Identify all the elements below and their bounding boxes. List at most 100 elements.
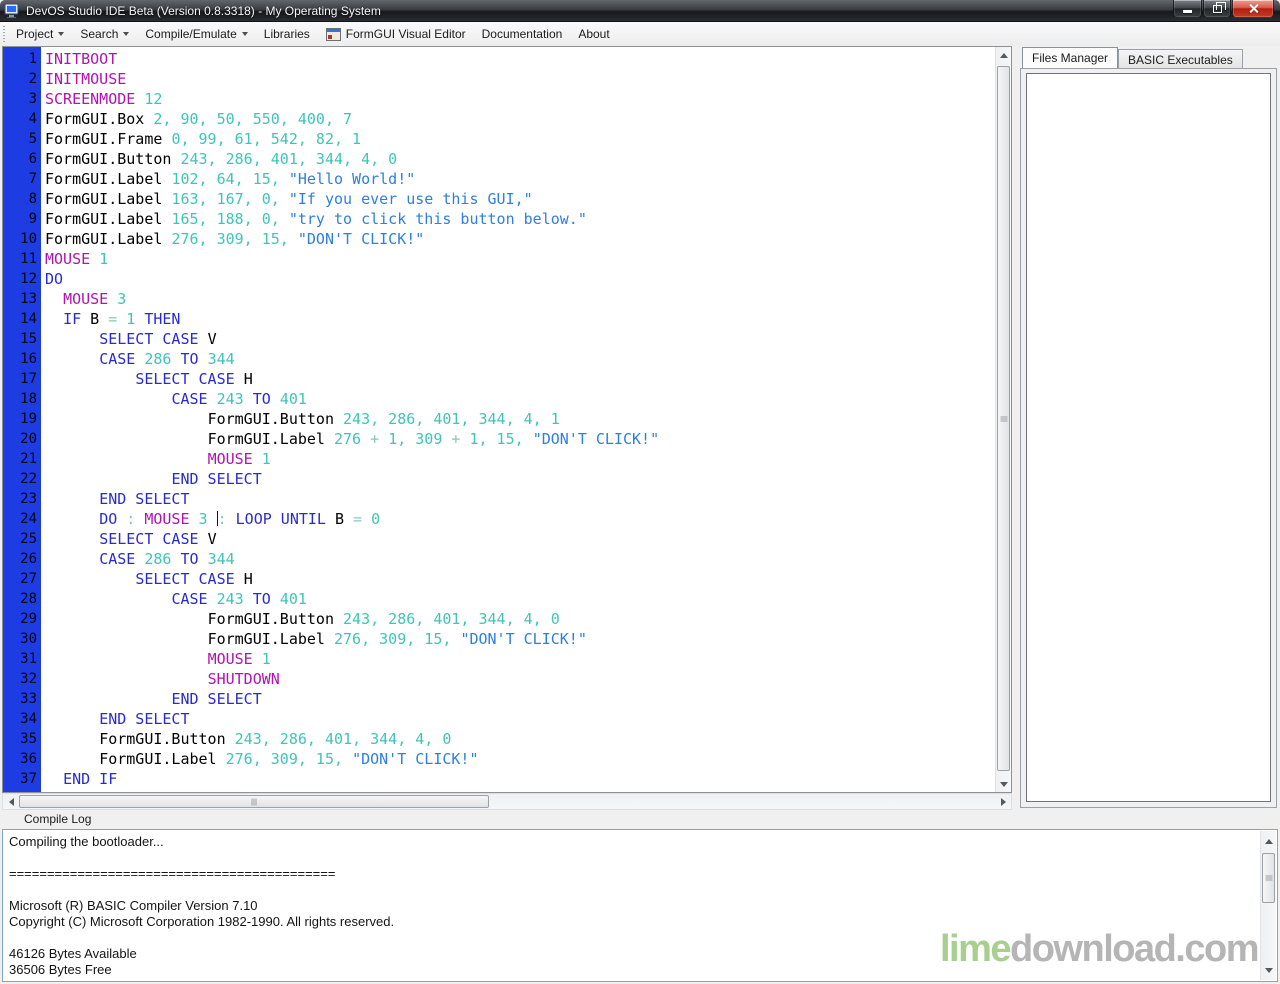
- scroll-up-button[interactable]: [1261, 833, 1277, 849]
- log-line: ========================================…: [9, 866, 336, 881]
- scroll-up-button[interactable]: [996, 47, 1012, 63]
- scrollbar-thumb[interactable]: [19, 795, 489, 808]
- code-text: SELECT CASE H: [135, 370, 253, 388]
- code-line: 28 CASE 243 TO 401: [3, 589, 995, 609]
- log-line: Compiling the bootloader...: [9, 834, 164, 849]
- line-number: 37: [20, 771, 37, 787]
- code-line: 30 FormGUI.Label 276, 309, 15, "DON'T CL…: [3, 629, 995, 649]
- right-panel-tabs: Files Manager BASIC Executables: [1022, 47, 1243, 68]
- app-icon[interactable]: [4, 3, 20, 19]
- code-text: FormGUI.Frame 0, 99, 61, 542, 82, 1: [45, 130, 362, 148]
- code-text: IF B = 1 THEN: [63, 310, 181, 328]
- code-line: 16 CASE 286 TO 344: [3, 349, 995, 369]
- arrow-down-icon: [1000, 781, 1008, 787]
- tab-files-manager[interactable]: Files Manager: [1022, 47, 1119, 68]
- close-icon: [1248, 3, 1259, 14]
- code-text: FormGUI.Label 276, 309, 15, "DON'T CLICK…: [207, 630, 587, 648]
- menu-item-search[interactable]: Search: [72, 23, 137, 45]
- line-number: 24: [20, 511, 37, 527]
- editor-horizontal-scrollbar[interactable]: [2, 793, 1012, 810]
- menu-item-label: Project: [16, 27, 54, 41]
- line-number: 6: [28, 151, 37, 167]
- compile-log-label: Compile Log: [24, 812, 92, 826]
- code-text: SHUTDOWN: [207, 670, 280, 688]
- menu-item-about[interactable]: About: [570, 23, 617, 45]
- code-line: 3 SCREENMODE 12: [3, 89, 995, 109]
- line-number: 31: [20, 651, 37, 667]
- code-line: 14 IF B = 1 THEN: [3, 309, 995, 329]
- menu-item-formgui-visual-editor[interactable]: FormGUI Visual Editor: [318, 23, 474, 45]
- line-number: 3: [28, 91, 37, 107]
- minimize-button[interactable]: [1173, 0, 1202, 18]
- editor-vertical-scrollbar[interactable]: [995, 47, 1011, 792]
- menu-item-documentation[interactable]: Documentation: [474, 23, 571, 45]
- line-number: 32: [20, 671, 37, 687]
- menu-item-label: Documentation: [481, 27, 563, 41]
- code-text: MOUSE 1: [207, 650, 271, 668]
- code-line: 24 DO : MOUSE 3 : LOOP UNTIL B = 0: [3, 509, 995, 529]
- code-text: FormGUI.Button 243, 286, 401, 344, 4, 1: [207, 410, 560, 428]
- line-number: 20: [20, 431, 37, 447]
- line-number: 30: [20, 631, 37, 647]
- line-number: 27: [20, 571, 37, 587]
- code-line: 17 SELECT CASE H: [3, 369, 995, 389]
- ide-window: DevOS Studio IDE Beta (Version 0.8.3318)…: [0, 0, 1280, 984]
- line-number: 5: [28, 131, 37, 147]
- code-line: 36 FormGUI.Label 276, 309, 15, "DON'T CL…: [3, 749, 995, 769]
- line-number: 25: [20, 531, 37, 547]
- scroll-right-button[interactable]: [995, 794, 1011, 809]
- close-button[interactable]: [1232, 0, 1274, 18]
- code-text: CASE 286 TO 344: [99, 350, 235, 368]
- scroll-down-button[interactable]: [996, 776, 1012, 792]
- line-number: 14: [20, 311, 37, 327]
- code-line: 6 FormGUI.Button 243, 286, 401, 344, 4, 0: [3, 149, 995, 169]
- code-line: 2 INITMOUSE: [3, 69, 995, 89]
- code-line: 19 FormGUI.Button 243, 286, 401, 344, 4,…: [3, 409, 995, 429]
- files-list[interactable]: [1026, 73, 1271, 802]
- code-editor: 1 INITBOOT 2 INITMOUSE 3 SCREENMODE 12 4 FormGU…: [2, 46, 1012, 793]
- code-area[interactable]: 1 INITBOOT 2 INITMOUSE 3 SCREENMODE 12 4 FormGU…: [3, 47, 995, 792]
- code-line: 27 SELECT CASE H: [3, 569, 995, 589]
- scrollbar-thumb[interactable]: [997, 66, 1010, 771]
- scroll-left-button[interactable]: [3, 794, 19, 809]
- code-text: CASE 243 TO 401: [171, 390, 307, 408]
- menu-item-compile-emulate[interactable]: Compile/Emulate: [137, 23, 255, 45]
- log-vertical-scrollbar[interactable]: [1260, 831, 1276, 980]
- title-bar: DevOS Studio IDE Beta (Version 0.8.3318)…: [0, 0, 1280, 22]
- minimize-icon: [1183, 10, 1192, 13]
- code-line: 37 END IF: [3, 769, 995, 789]
- code-line: 4 FormGUI.Box 2, 90, 50, 550, 400, 7: [3, 109, 995, 129]
- code-text: DO: [45, 270, 64, 288]
- line-number: 28: [20, 591, 37, 607]
- code-text: INITMOUSE: [45, 70, 127, 88]
- line-number: 33: [20, 691, 37, 707]
- code-text: FormGUI.Label 276 + 1, 309 + 1, 15, "DON…: [207, 430, 660, 448]
- arrow-right-icon: [1000, 797, 1006, 806]
- code-line: 31 MOUSE 1: [3, 649, 995, 669]
- watermark-lime: lime: [939, 928, 1012, 970]
- arrow-left-icon: [8, 797, 14, 806]
- code-line: 25 SELECT CASE V: [3, 529, 995, 549]
- maximize-button[interactable]: [1203, 0, 1231, 18]
- code-text: END SELECT: [171, 470, 262, 488]
- code-text: END SELECT: [99, 710, 190, 728]
- line-number: 26: [20, 551, 37, 567]
- scroll-down-button[interactable]: [1261, 962, 1277, 978]
- files-manager-panel: [1020, 68, 1277, 808]
- code-line: 21 MOUSE 1: [3, 449, 995, 469]
- scrollbar-thumb[interactable]: [1262, 853, 1275, 903]
- tab-basic-executables[interactable]: BASIC Executables: [1118, 49, 1243, 68]
- form-window-icon: [325, 27, 341, 41]
- code-line: 23 END SELECT: [3, 489, 995, 509]
- line-number: 9: [28, 211, 37, 227]
- menu-item-project[interactable]: Project: [8, 23, 72, 45]
- code-text: MOUSE 3: [63, 290, 127, 308]
- menu-item-libraries[interactable]: Libraries: [256, 23, 318, 45]
- toolbar-grip[interactable]: [3, 26, 5, 42]
- code-line: 32 SHUTDOWN: [3, 669, 995, 689]
- watermark: limedownload.com: [939, 928, 1260, 971]
- code-text: CASE 243 TO 401: [171, 590, 307, 608]
- line-number: 35: [20, 731, 37, 747]
- code-text: END IF: [63, 770, 118, 788]
- chevron-down-icon: [58, 32, 65, 39]
